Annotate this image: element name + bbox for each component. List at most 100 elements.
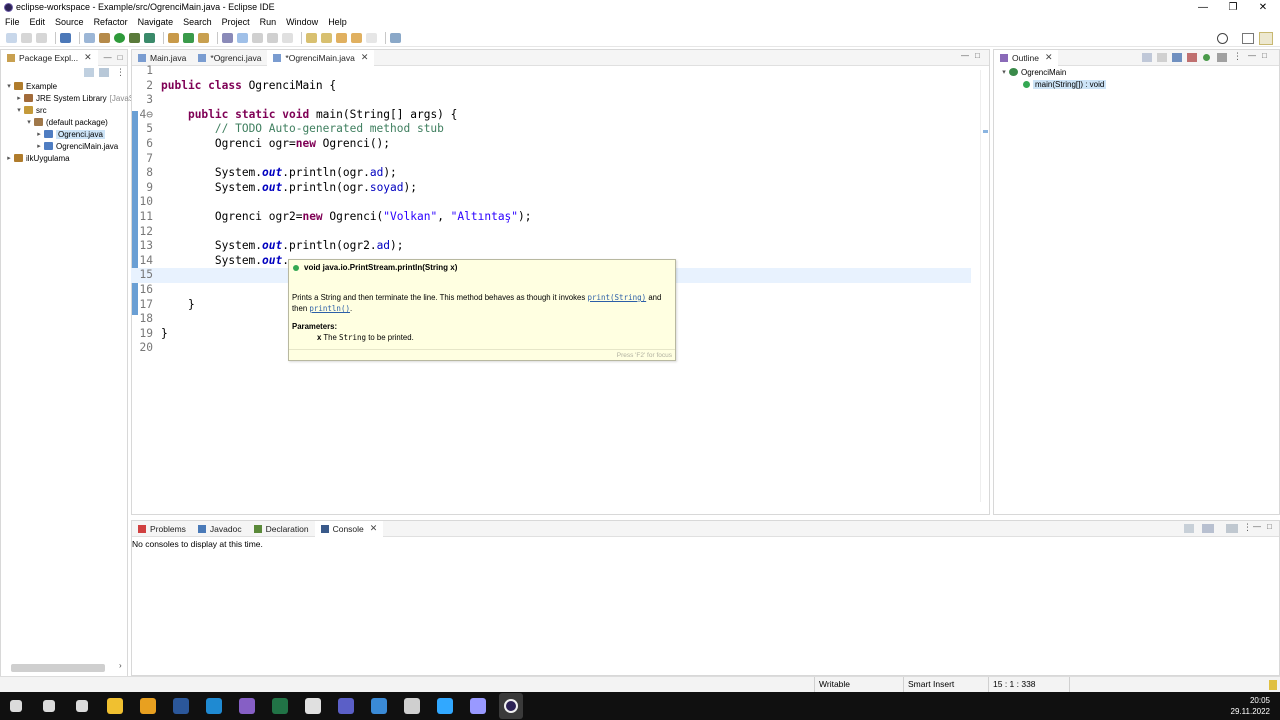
chevron-down-icon[interactable]: ▾ <box>15 106 23 114</box>
hide-non-public-icon[interactable] <box>1203 54 1210 61</box>
horizontal-scrollbar[interactable] <box>11 664 105 672</box>
new-java-project-icon[interactable] <box>168 33 179 43</box>
after-effects-icon[interactable] <box>470 698 486 714</box>
tab-declaration[interactable]: Declaration <box>248 521 315 537</box>
chevron-right-icon[interactable]: ▸ <box>35 130 43 138</box>
editor-horizontal-scrollbar[interactable] <box>162 508 970 512</box>
save-icon[interactable] <box>21 33 32 43</box>
word-icon[interactable] <box>173 698 189 714</box>
code-line[interactable]: 9 System.out.println(ogr.soyad); <box>131 181 971 196</box>
code-line[interactable]: 11 Ogrenci ogr2=new Ogrenci("Volkan", "A… <box>131 210 971 225</box>
eclipse-icon[interactable] <box>499 693 523 719</box>
outline-method[interactable]: main(String[]) : void <box>1022 78 1107 90</box>
windows-start-icon[interactable] <box>10 700 22 712</box>
toggle-mark-occurrences-icon[interactable] <box>237 33 248 43</box>
chevron-right-icon[interactable]: ▸ <box>5 154 13 162</box>
menu-item-help[interactable]: Help <box>328 17 347 27</box>
sort-icon[interactable] <box>1157 53 1167 62</box>
excel-icon[interactable] <box>272 698 288 714</box>
app-icon[interactable] <box>404 698 420 714</box>
maximize-editor-icon[interactable]: □ <box>975 51 980 60</box>
file-explorer-icon[interactable] <box>107 698 123 714</box>
maximize-view-icon[interactable]: □ <box>118 53 123 62</box>
view-menu-icon[interactable]: ⋮ <box>116 67 125 78</box>
tree-item[interactable]: ▾ (default package) <box>25 116 108 128</box>
tab-javadoc[interactable]: Javadoc <box>192 521 248 537</box>
previous-annotation-icon[interactable] <box>321 33 332 43</box>
display-console-icon[interactable] <box>1202 524 1214 533</box>
code-line[interactable]: 13 System.out.println(ogr2.ad); <box>131 239 971 254</box>
print-string-link[interactable]: print(String) <box>587 293 646 302</box>
toggle-word-wrap-icon[interactable] <box>252 33 263 43</box>
visual-studio-icon[interactable] <box>239 698 255 714</box>
hide-fields-icon[interactable] <box>1172 53 1182 62</box>
code-line[interactable]: 7 <box>131 152 971 167</box>
chevron-right-icon[interactable]: ▸ <box>35 142 43 150</box>
menu-item-run[interactable]: Run <box>260 17 277 27</box>
tree-item[interactable]: ▸ Ogrenci.java <box>35 128 105 140</box>
chevron-down-icon[interactable]: ▾ <box>1000 68 1008 76</box>
view-menu-icon[interactable]: ⋮ <box>1243 522 1252 533</box>
save-all-icon[interactable] <box>36 33 47 43</box>
minimize-button[interactable]: — <box>1188 0 1218 15</box>
println-link[interactable]: println() <box>309 304 350 313</box>
chevron-down-icon[interactable]: ▾ <box>5 82 13 90</box>
skip-breakpoints-icon[interactable] <box>84 33 95 43</box>
hide-static-icon[interactable] <box>1187 53 1197 62</box>
search-icon[interactable] <box>1217 33 1228 44</box>
menu-item-source[interactable]: Source <box>55 17 84 27</box>
close-window-button[interactable]: ✕ <box>1248 0 1278 15</box>
forward-icon[interactable] <box>366 33 377 43</box>
code-line[interactable]: 5 // TODO Auto-generated method stub <box>131 122 971 137</box>
code-line[interactable]: 3 <box>131 93 971 108</box>
chevron-down-icon[interactable]: ▾ <box>25 118 33 126</box>
code-line[interactable]: 1 <box>131 64 971 79</box>
java-perspective-icon[interactable] <box>1259 32 1273 45</box>
hide-local-types-icon[interactable] <box>1217 53 1227 62</box>
unknown-app-icon[interactable] <box>371 698 387 714</box>
photoshop-icon[interactable] <box>437 698 453 714</box>
coverage-icon[interactable] <box>129 33 140 43</box>
maximize-view-icon[interactable]: □ <box>1267 522 1272 531</box>
collapse-all-icon[interactable] <box>1142 53 1152 62</box>
close-icon[interactable]: ✕ <box>1045 52 1053 63</box>
debug-icon[interactable] <box>99 33 110 43</box>
tree-item[interactable]: ▸ OgrenciMain.java <box>35 140 118 152</box>
tab-outline[interactable]: Outline ✕ <box>994 49 1059 66</box>
collapse-all-icon[interactable] <box>84 68 94 77</box>
code-line[interactable]: 12 <box>131 225 971 240</box>
terminal-icon[interactable] <box>60 33 71 43</box>
link-with-editor-icon[interactable] <box>99 68 109 77</box>
last-edit-icon[interactable] <box>336 33 347 43</box>
teams-icon[interactable] <box>338 698 354 714</box>
menu-item-project[interactable]: Project <box>222 17 250 27</box>
open-console-icon[interactable] <box>1184 524 1194 533</box>
external-tools-icon[interactable] <box>144 33 155 43</box>
menu-item-file[interactable]: File <box>5 17 20 27</box>
outline-class[interactable]: ▾ OgrenciMain <box>1000 66 1066 78</box>
tree-item[interactable]: ▸ JRE System Library [JavaSE] <box>15 92 141 104</box>
chrome-icon[interactable] <box>140 698 156 714</box>
tree-item[interactable]: ▾ Example <box>5 80 57 92</box>
menu-item-navigate[interactable]: Navigate <box>138 17 174 27</box>
taskbar-clock[interactable]: 20:05 29.11.2022 <box>1231 695 1270 717</box>
show-whitespace-icon[interactable] <box>282 33 293 43</box>
minimize-view-icon[interactable]: — <box>1253 522 1261 531</box>
minimize-editor-icon[interactable]: — <box>961 51 969 60</box>
menu-item-refactor[interactable]: Refactor <box>94 17 128 27</box>
code-line[interactable]: 4⊖ public static void main(String[] args… <box>131 108 971 123</box>
code-line[interactable]: 10 <box>131 195 971 210</box>
minimize-view-icon[interactable]: — <box>1248 51 1256 60</box>
tree-item[interactable]: ▾ src <box>15 104 46 116</box>
run-icon[interactable] <box>114 33 125 43</box>
close-icon[interactable]: ✕ <box>370 523 378 534</box>
menu-item-window[interactable]: Window <box>286 17 318 27</box>
scroll-right-icon[interactable]: › <box>119 661 122 670</box>
back-icon[interactable] <box>351 33 362 43</box>
code-line[interactable]: 6 Ogrenci ogr=new Ogrenci(); <box>131 137 971 152</box>
open-type-icon[interactable] <box>222 33 233 43</box>
notification-icon[interactable] <box>1269 680 1277 690</box>
minimize-view-icon[interactable]: — <box>104 53 112 62</box>
task-view-icon[interactable] <box>76 700 88 712</box>
close-icon[interactable]: ✕ <box>361 52 369 63</box>
